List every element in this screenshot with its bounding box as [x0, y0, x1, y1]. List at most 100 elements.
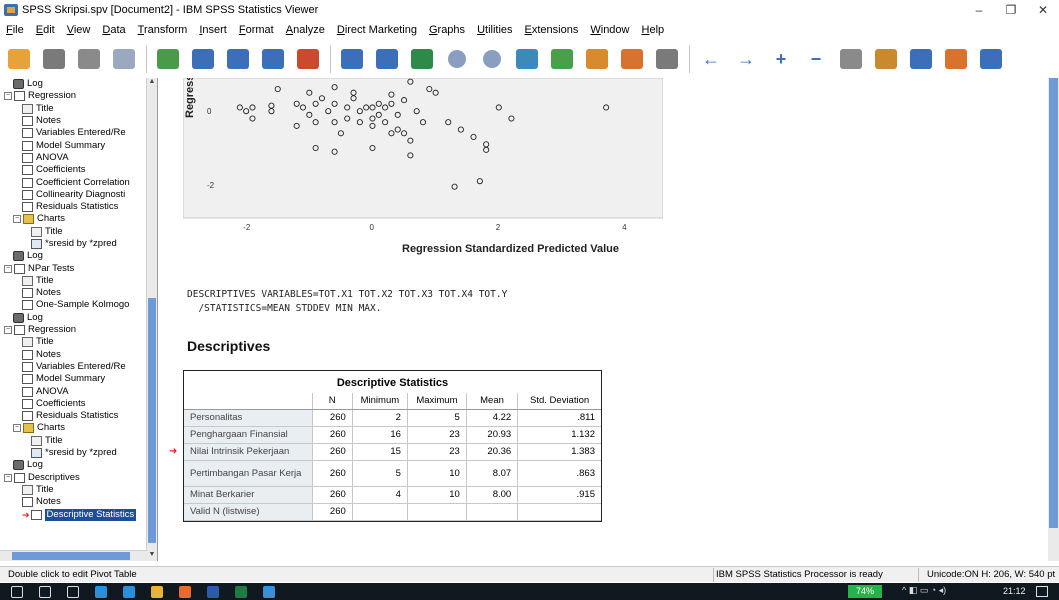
windows-start-icon[interactable]	[11, 585, 23, 598]
outline-item[interactable]: Log	[0, 78, 147, 90]
outline-item[interactable]: One-Sample Kolmogo	[0, 299, 147, 311]
menu-edit[interactable]: Edit	[30, 24, 61, 36]
print-preview-button[interactable]	[111, 46, 137, 72]
hide-output-button[interactable]	[873, 46, 899, 72]
file-explorer-icon[interactable]	[151, 585, 163, 598]
battery-indicator[interactable]: 74%	[848, 585, 882, 598]
outline-item[interactable]: Title	[0, 484, 147, 496]
store-icon[interactable]	[123, 585, 135, 598]
circle-button[interactable]	[444, 46, 470, 72]
collapse-button[interactable]: −	[803, 46, 829, 72]
menu-format[interactable]: Format	[233, 24, 280, 36]
excel-icon[interactable]	[235, 585, 247, 598]
outline-item[interactable]: ANOVA	[0, 385, 147, 397]
menu-extensions[interactable]: Extensions	[519, 24, 585, 36]
descriptive-statistics-table[interactable]: Descriptive Statistics N Minimum Maximum…	[183, 370, 602, 522]
designate-window-button[interactable]	[619, 46, 645, 72]
content-scroll-thumb[interactable]	[1049, 78, 1058, 528]
collapse-toggle-icon[interactable]: −	[4, 473, 12, 482]
taskbar-clock[interactable]: 21:12	[1003, 586, 1026, 596]
insert-text-button[interactable]	[978, 46, 1004, 72]
content-vertical-scrollbar[interactable]	[1048, 78, 1059, 561]
outline-item[interactable]: Coefficient Correlation	[0, 176, 147, 188]
outline-item[interactable]: Coefficients	[0, 398, 147, 410]
outline-item[interactable]: Log	[0, 459, 147, 471]
outline-item[interactable]: Title	[0, 336, 147, 348]
weight-button[interactable]	[514, 46, 540, 72]
value-labels-button[interactable]	[584, 46, 610, 72]
export-button[interactable]	[155, 46, 181, 72]
menu-utilities[interactable]: Utilities	[471, 24, 518, 36]
navigator-hscroll-thumb[interactable]	[12, 552, 130, 560]
recall-dialog-button[interactable]	[190, 46, 216, 72]
minimize-button[interactable]: –	[963, 0, 995, 20]
word-icon[interactable]	[207, 585, 219, 598]
navigator-horizontal-scrollbar[interactable]	[0, 550, 147, 561]
close-button[interactable]: ✕	[1027, 0, 1059, 20]
search-icon[interactable]	[39, 585, 51, 598]
edge-icon[interactable]	[95, 585, 107, 598]
insert-title-button[interactable]	[943, 46, 969, 72]
save-button[interactable]	[41, 46, 67, 72]
outline-item[interactable]: Residuals Statistics	[0, 201, 147, 213]
outline-item[interactable]: Title	[0, 226, 147, 238]
show-button[interactable]	[838, 46, 864, 72]
outline-item[interactable]: Model Summary	[0, 139, 147, 151]
system-tray-icons[interactable]: ^ ◧ ▭ ◔ ◂)	[902, 585, 946, 596]
task-view-icon[interactable]	[67, 585, 79, 598]
outline-item[interactable]: ANOVA	[0, 152, 147, 164]
expand-button[interactable]: +	[768, 46, 794, 72]
redo-button[interactable]	[260, 46, 286, 72]
chart-builder-button[interactable]	[409, 46, 435, 72]
goto-case-button[interactable]	[339, 46, 365, 72]
circle-button[interactable]	[479, 46, 505, 72]
menu-view[interactable]: View	[61, 24, 97, 36]
outline-item[interactable]: *sresid by *zpred	[0, 238, 147, 250]
firefox-icon[interactable]	[179, 585, 191, 598]
menu-help[interactable]: Help	[636, 24, 671, 36]
outline-item[interactable]: Residuals Statistics	[0, 410, 147, 422]
outline-item[interactable]: − Regression	[0, 90, 147, 102]
outline-item[interactable]: Variables Entered/Re	[0, 361, 147, 373]
outline-item[interactable]: − Descriptives	[0, 472, 147, 484]
back-arrow-button[interactable]: ←	[698, 46, 724, 72]
menu-window[interactable]: Window	[584, 24, 635, 36]
scroll-up-icon[interactable]: ▲	[147, 78, 157, 88]
outline-item[interactable]: − Regression	[0, 324, 147, 336]
outline-item[interactable]: Log	[0, 312, 147, 324]
outline-item[interactable]: Notes	[0, 496, 147, 508]
collapse-toggle-icon[interactable]: −	[4, 264, 12, 273]
open-folder-button[interactable]	[6, 46, 32, 72]
menu-direct-marketing[interactable]: Direct Marketing	[331, 24, 423, 36]
hide-button[interactable]	[654, 46, 680, 72]
outline-item[interactable]: Notes	[0, 287, 147, 299]
menu-insert[interactable]: Insert	[193, 24, 233, 36]
collapse-toggle-icon[interactable]: −	[13, 424, 21, 433]
select-cases-button[interactable]	[549, 46, 575, 72]
outline-item[interactable]: ➔ Descriptive Statistics	[0, 508, 147, 521]
undo-button[interactable]	[225, 46, 251, 72]
outline-item[interactable]: Log	[0, 250, 147, 262]
outline-item[interactable]: Title	[0, 435, 147, 447]
outline-item[interactable]: Title	[0, 275, 147, 287]
navigator-vertical-scrollbar[interactable]: ▲ ▼	[146, 78, 157, 561]
navigator-scroll-thumb[interactable]	[148, 298, 156, 543]
collapse-toggle-icon[interactable]: −	[13, 215, 21, 224]
outline-item[interactable]: Collinearity Diagnosti	[0, 189, 147, 201]
maximize-button[interactable]: ❐	[995, 0, 1027, 20]
menu-analyze[interactable]: Analyze	[280, 24, 331, 36]
insert-heading-button[interactable]	[908, 46, 934, 72]
outline-item[interactable]: − NPar Tests	[0, 262, 147, 274]
notification-icon[interactable]	[1036, 586, 1048, 597]
outline-item[interactable]: Coefficients	[0, 164, 147, 176]
menu-graphs[interactable]: Graphs	[423, 24, 471, 36]
outline-item[interactable]: − Charts	[0, 213, 147, 225]
menu-transform[interactable]: Transform	[132, 24, 194, 36]
outline-item[interactable]: Notes	[0, 349, 147, 361]
outline-item[interactable]: Model Summary	[0, 373, 147, 385]
spss-icon[interactable]	[263, 585, 275, 598]
variables-button[interactable]	[374, 46, 400, 72]
forward-arrow-button[interactable]: →	[733, 46, 759, 72]
collapse-toggle-icon[interactable]: −	[4, 326, 12, 335]
menu-data[interactable]: Data	[96, 24, 131, 36]
